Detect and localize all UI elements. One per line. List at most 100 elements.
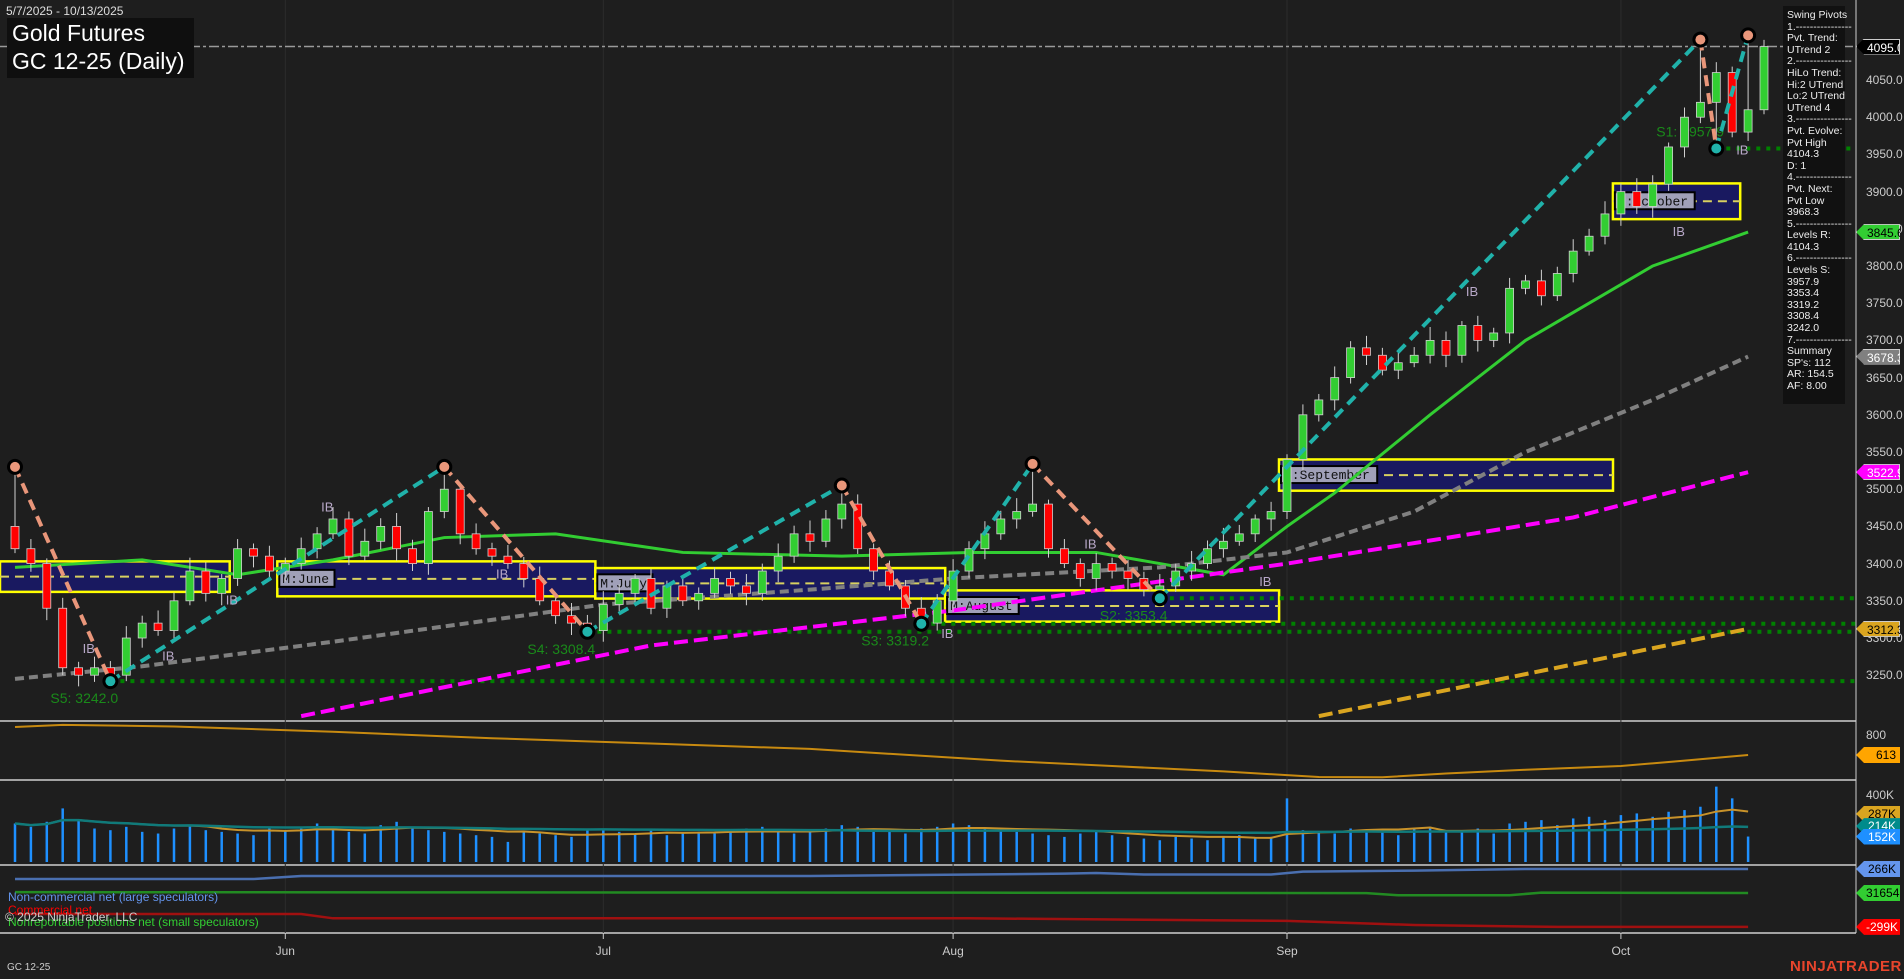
candle-body bbox=[694, 592, 704, 602]
candle-body bbox=[408, 548, 417, 564]
cot-nonreportable-line bbox=[14, 890, 1749, 897]
inside-bar-label: IB bbox=[1259, 574, 1271, 589]
inside-bar-label: IB bbox=[1466, 284, 1478, 299]
inside-bar-label: IB bbox=[83, 641, 95, 656]
candle-body bbox=[1330, 377, 1340, 401]
info-panel-line: Pvt. Next: bbox=[1787, 182, 1833, 195]
swing-high-dot bbox=[10, 461, 20, 472]
swing-pivots-info-panel: Swing Pivots 1.---------------- Pvt. Trend… bbox=[1783, 6, 1852, 404]
candle-body bbox=[360, 540, 370, 557]
price-axis-label: 3600.0 bbox=[1866, 407, 1903, 422]
candle-body bbox=[1711, 72, 1721, 103]
candle-body bbox=[1505, 287, 1514, 334]
swing-high-dot bbox=[439, 461, 450, 472]
info-panel-line: 4104.3 bbox=[1787, 148, 1820, 161]
swing-high-dot bbox=[836, 480, 847, 491]
price-axis-label: 3550.0 bbox=[1866, 445, 1903, 459]
price-chart[interactable]: M:JuneM:JulyM:AugustM:SeptemberM:October… bbox=[0, 0, 1904, 979]
date-range: 5/7/2025 - 10/13/2025 bbox=[6, 4, 124, 18]
candle-body bbox=[471, 533, 481, 550]
copyright: © 2025 NinjaTrader, LLC bbox=[5, 910, 138, 924]
candle-body bbox=[1425, 339, 1435, 356]
candle-body bbox=[805, 533, 815, 542]
price-axis-label: 3900.0 bbox=[1866, 184, 1903, 199]
candle-body bbox=[1489, 332, 1499, 341]
price-axis-label: 3400.0 bbox=[1866, 556, 1903, 571]
candle-body bbox=[439, 488, 449, 512]
month-label: Sep bbox=[1276, 944, 1298, 958]
candle-body bbox=[742, 585, 751, 594]
oscillator-line bbox=[14, 723, 1749, 779]
candle-body bbox=[551, 600, 560, 617]
swing-low-dot bbox=[582, 626, 593, 637]
candle-body bbox=[662, 585, 672, 609]
candle-body bbox=[1457, 325, 1467, 356]
candle-body bbox=[1584, 235, 1594, 252]
inside-bar-label: IB bbox=[941, 626, 953, 641]
candle-body bbox=[1409, 354, 1419, 364]
info-panel-line: AF: 8.00 bbox=[1787, 380, 1827, 392]
candle-body bbox=[392, 526, 402, 550]
candle-body bbox=[312, 533, 322, 550]
candle-body bbox=[328, 518, 338, 535]
candle-body bbox=[1632, 191, 1642, 207]
candle-body bbox=[598, 604, 608, 631]
ninjatrader-logo: NINJATRADER bbox=[1790, 958, 1902, 975]
swing-up-leg bbox=[586, 483, 843, 634]
month-label: Jul bbox=[595, 944, 611, 958]
candle-body bbox=[423, 511, 433, 564]
price-axis-label: 3650.0 bbox=[1866, 370, 1903, 385]
candle-body bbox=[678, 585, 688, 602]
candle-body bbox=[233, 548, 243, 579]
candle-body bbox=[1600, 213, 1610, 237]
candle-body bbox=[710, 578, 719, 594]
candle-body bbox=[201, 570, 211, 594]
candle-body bbox=[1648, 183, 1658, 207]
price-axis-label: 3950.0 bbox=[1866, 147, 1903, 162]
price-axis-label: 4000.0 bbox=[1866, 110, 1903, 125]
swing-low-dot bbox=[1711, 143, 1722, 154]
candle-body bbox=[519, 563, 529, 579]
swing-high-dot bbox=[1695, 34, 1706, 45]
instrument-label: GC 12-25 bbox=[7, 962, 51, 973]
candle-body bbox=[1362, 347, 1371, 356]
inside-bar-label: IB bbox=[321, 500, 333, 515]
candle-body bbox=[1727, 72, 1737, 133]
swing-low-dot bbox=[105, 676, 116, 687]
osc-value-tag: 613 bbox=[1856, 747, 1900, 763]
inside-bar-label: IB bbox=[1736, 142, 1748, 157]
candle-body bbox=[821, 518, 831, 542]
chart-subtitle: GC 12-25 (Daily) bbox=[12, 48, 185, 74]
green-ma-line bbox=[14, 230, 1749, 577]
price-axis-label: 3800.0 bbox=[1866, 259, 1903, 273]
swing-down-leg bbox=[442, 465, 589, 634]
candle-body bbox=[1091, 563, 1101, 579]
candle-body bbox=[1664, 146, 1673, 185]
candle-body bbox=[1473, 325, 1483, 341]
candle-body bbox=[1521, 280, 1530, 289]
inside-bar-label: IB bbox=[226, 593, 238, 608]
candle-body bbox=[1075, 563, 1085, 579]
month-label: Aug bbox=[942, 944, 964, 958]
candle-body bbox=[344, 518, 354, 557]
info-panel-line: 3968.3 bbox=[1787, 206, 1820, 219]
candle-body bbox=[1393, 362, 1403, 371]
cot-tag: 31654 bbox=[1856, 885, 1900, 901]
candle-body bbox=[185, 570, 195, 602]
candle-body bbox=[757, 570, 767, 594]
info-panel-line: Pvt. Evolve: bbox=[1787, 124, 1843, 137]
candle-body bbox=[1155, 585, 1165, 591]
candle-body bbox=[74, 667, 83, 676]
candle-body bbox=[1250, 518, 1260, 535]
candle-body bbox=[153, 622, 163, 631]
month-label: Jun bbox=[275, 944, 295, 958]
candle-body bbox=[10, 526, 20, 550]
inside-bar-label: IB bbox=[1084, 537, 1096, 552]
candle-body bbox=[1044, 503, 1053, 550]
info-panel-line: Lo:2 UTrend bbox=[1787, 90, 1845, 103]
price-axis-label: 3700.0 bbox=[1866, 333, 1903, 348]
support-level-label: S4: 3308.4 bbox=[527, 641, 595, 657]
inside-bar-label: IB bbox=[1673, 224, 1685, 239]
candle-body bbox=[980, 533, 990, 550]
swing-low-dot bbox=[1154, 593, 1165, 604]
